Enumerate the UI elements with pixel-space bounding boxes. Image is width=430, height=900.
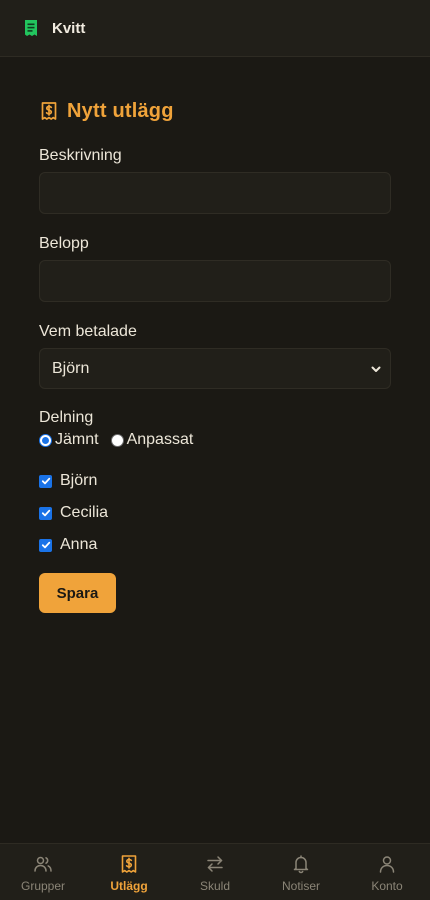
participant-checkbox[interactable] <box>39 474 52 488</box>
participant-name[interactable]: Cecilia <box>60 504 108 522</box>
users-icon <box>34 856 52 872</box>
page-title-text: Nytt utlägg <box>67 99 174 122</box>
split-radio-even-label[interactable]: Jämnt <box>55 431 99 449</box>
nav-item-utlagg[interactable]: Utlägg <box>86 844 172 900</box>
participant-name[interactable]: Björn <box>60 472 97 490</box>
description-label: Beskrivning <box>39 147 122 164</box>
amount-input[interactable] <box>39 260 391 302</box>
split-options: Jämnt Anpassat <box>39 430 391 450</box>
user-icon <box>379 856 395 873</box>
split-radio-custom-label[interactable]: Anpassat <box>127 431 194 449</box>
arrows-swap-icon <box>207 856 223 872</box>
nav-item-notiser[interactable]: Notiser <box>258 844 344 900</box>
nav-label: Notiser <box>281 879 320 893</box>
save-button[interactable]: Spara <box>39 573 116 613</box>
split-radio-custom[interactable] <box>110 433 124 447</box>
page-title: Nytt utlägg <box>39 98 391 124</box>
participant-checkbox[interactable] <box>39 538 52 552</box>
checkmark-icon <box>41 477 50 485</box>
top-bar: Kvitt <box>0 0 430 57</box>
nav-label: Grupper <box>20 879 66 893</box>
bottom-nav: Grupper Utlägg Skuld Notiser Konto <box>0 843 430 900</box>
app-name: Kvitt <box>52 19 86 37</box>
participant-name[interactable]: Anna <box>60 536 97 554</box>
amount-label: Belopp <box>39 235 89 252</box>
checkmark-icon <box>41 509 50 517</box>
split-radio-even[interactable] <box>39 433 52 447</box>
participant-checkbox[interactable] <box>39 506 52 520</box>
nav-label: Konto <box>371 879 403 893</box>
payer-select[interactable]: Björn <box>39 348 391 389</box>
app-root: Kvitt Nytt utlägg Beskrivning Belopp Vem… <box>0 0 430 900</box>
participant-row: Björn <box>39 471 391 491</box>
nav-label: Utlägg <box>110 879 148 893</box>
chevron-down-icon <box>371 366 381 372</box>
checkmark-icon <box>41 541 50 549</box>
nav-item-skuld[interactable]: Skuld <box>172 844 258 900</box>
participant-row: Cecilia <box>39 503 391 523</box>
nav-item-konto[interactable]: Konto <box>344 844 430 900</box>
bell-icon <box>293 855 309 874</box>
description-input[interactable] <box>39 172 391 214</box>
split-label: Delning <box>39 409 94 426</box>
receipt-dollar-icon <box>41 102 57 120</box>
nav-item-grupper[interactable]: Grupper <box>0 844 86 900</box>
receipt-dollar-icon <box>121 855 137 873</box>
receipt-logo-icon <box>25 20 37 36</box>
nav-label: Skuld <box>199 879 231 893</box>
payer-select-value: Björn <box>52 359 90 377</box>
expense-form: Nytt utlägg Beskrivning Belopp Vem betal… <box>39 98 391 613</box>
participant-row: Anna <box>39 535 391 555</box>
payer-label: Vem betalade <box>39 323 137 340</box>
